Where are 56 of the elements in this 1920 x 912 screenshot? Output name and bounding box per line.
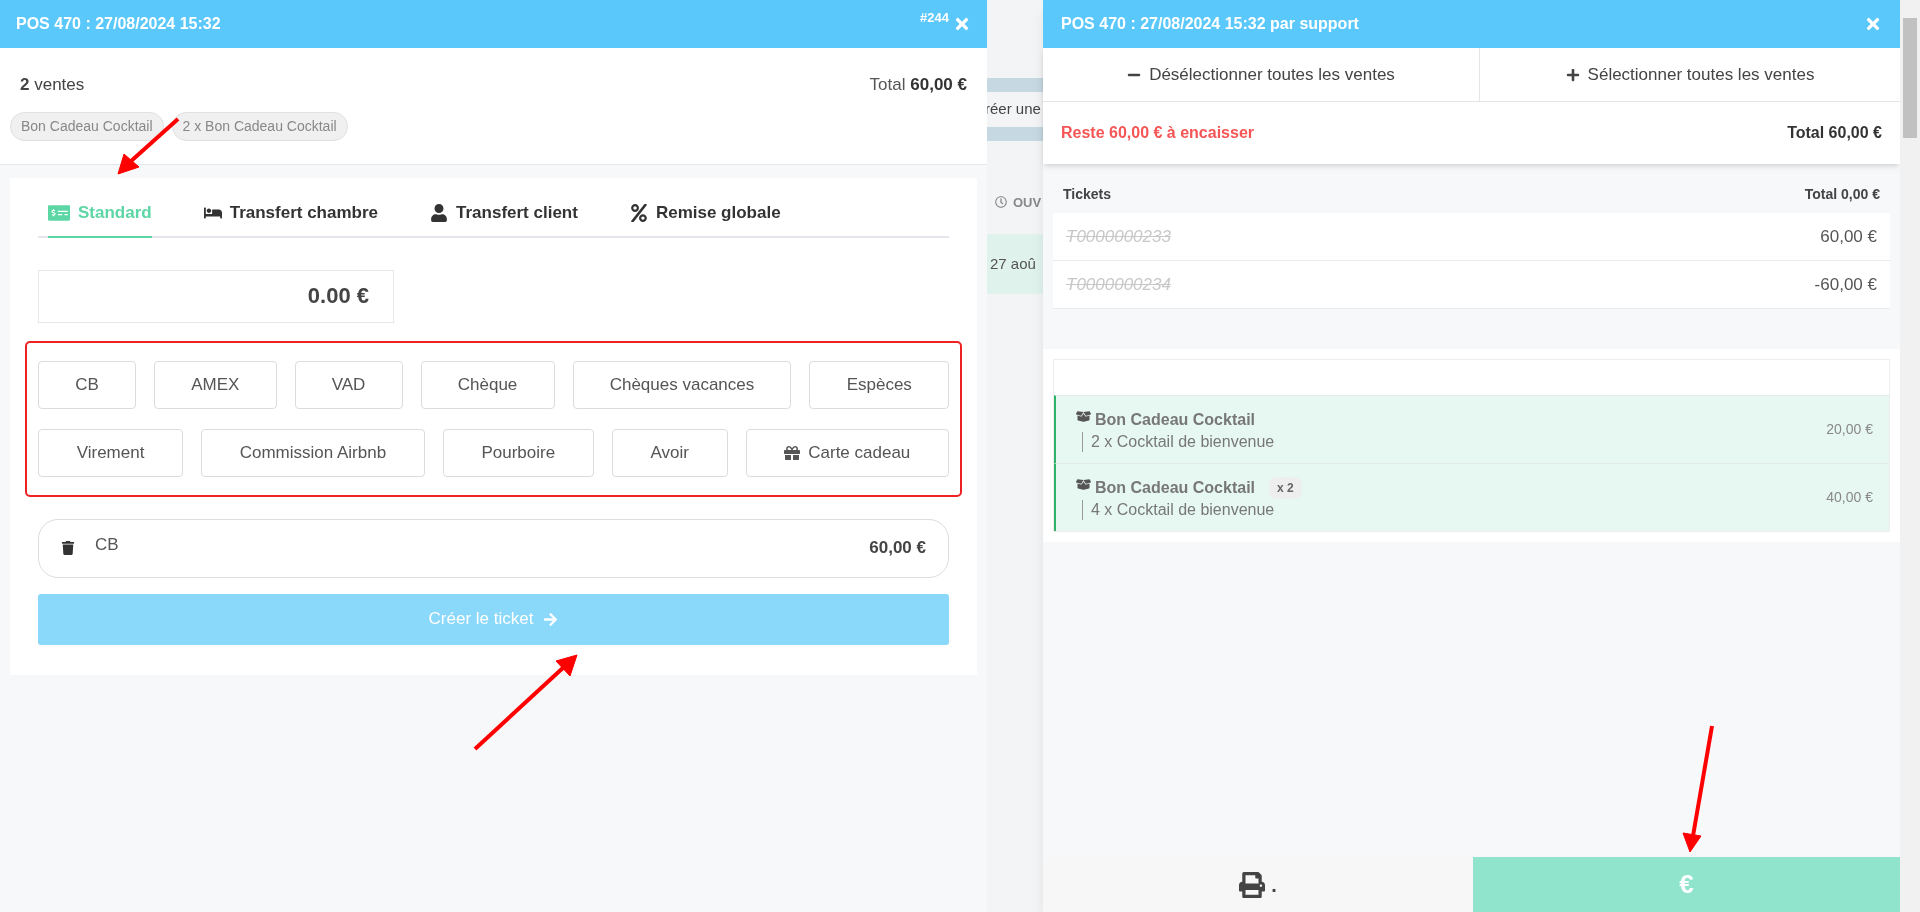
gift-icon	[784, 444, 801, 461]
payment-tab[interactable]: Transfert chambre	[203, 200, 379, 238]
box-icon	[1076, 409, 1091, 424]
payment-method-button[interactable]: Carte cadeau	[745, 428, 949, 477]
banner-strip	[987, 126, 1043, 141]
percent-icon	[629, 203, 648, 222]
sales-count: 2 ventes	[20, 74, 85, 96]
remaining-amount: Reste 60,00 € à encaisser	[1061, 123, 1255, 143]
sale-name: Bon Cadeau Cocktail	[1095, 409, 1256, 430]
ticket-amount: 60,00 €	[1820, 225, 1877, 248]
sale-detail: 2 x Cocktail de bienvenue	[1082, 431, 1275, 452]
sale-row[interactable]: Bon Cadeau Cocktail x 2 4 x Cocktail de bienvenue 40,00 €	[1054, 463, 1889, 531]
sale-amount: 20,00 €	[1826, 420, 1873, 439]
banner-strip	[987, 78, 1043, 92]
payment-method-button[interactable]: Pourboire	[442, 428, 594, 477]
printer-icon	[1239, 871, 1266, 898]
total-amount: Total 60,00 €	[1787, 123, 1882, 143]
tickets-total: Total 0,00 €	[1804, 185, 1880, 204]
clock-icon	[995, 196, 1007, 209]
arrow-right-icon	[543, 611, 559, 627]
tickets-heading: Tickets	[1063, 185, 1111, 204]
payment-method-button[interactable]: Avoir	[611, 428, 728, 477]
ticket-amount: -60,00 €	[1814, 273, 1877, 296]
payment-method-button[interactable]: CB	[38, 360, 136, 409]
deselect-all-button[interactable]: Désélectionner toutes les ventes	[1043, 48, 1480, 101]
window-title: POS 470 : 27/08/2024 15:32	[16, 14, 221, 34]
background-text: 27 aoû	[990, 253, 1036, 274]
payment-method-button[interactable]: Espèces	[809, 360, 950, 409]
payment-method-button[interactable]: Chèque	[420, 360, 555, 409]
background-text: OUV	[1013, 193, 1042, 212]
sale-detail: 4 x Cocktail de bienvenue	[1082, 499, 1302, 520]
payment-tab[interactable]: Remise globale	[629, 200, 781, 238]
payment-method-button[interactable]: Virement	[38, 428, 184, 477]
sale-name: Bon Cadeau Cocktail	[1095, 477, 1256, 498]
sales-total: Total 60,00 €	[869, 74, 967, 96]
payment-tab[interactable]: Transfert client	[430, 200, 578, 238]
sale-row[interactable]: Bon Cadeau Cocktail 2 x Cocktail de bienvenue 20,00 €	[1054, 395, 1889, 463]
close-button[interactable]	[1864, 15, 1882, 33]
user-icon	[430, 203, 449, 222]
sale-amount: 40,00 €	[1826, 488, 1873, 507]
close-button[interactable]	[953, 15, 971, 33]
payment-method-button[interactable]: Chèques vacances	[572, 360, 792, 409]
amount-field[interactable]: 0.00 €	[38, 269, 394, 323]
box-icon	[1076, 477, 1091, 492]
window-title: POS 470 : 27/08/2024 15:32 par support	[1061, 14, 1359, 34]
plus-icon	[1565, 67, 1580, 82]
delete-icon[interactable]	[61, 541, 75, 555]
select-all-button[interactable]: Sélectionner toutes les ventes	[1480, 48, 1900, 101]
reference-number: #244	[920, 9, 949, 28]
quantity-badge: x 2	[1269, 476, 1302, 499]
payment-method-button[interactable]: Commission Airbnb	[201, 428, 425, 477]
print-button[interactable]: .	[1043, 857, 1473, 912]
payment-amount: 60,00 €	[869, 537, 926, 560]
payment-method-button[interactable]: VAD	[294, 360, 403, 409]
payment-method-button[interactable]: AMEX	[154, 360, 277, 409]
payment-method: CB	[95, 534, 119, 557]
